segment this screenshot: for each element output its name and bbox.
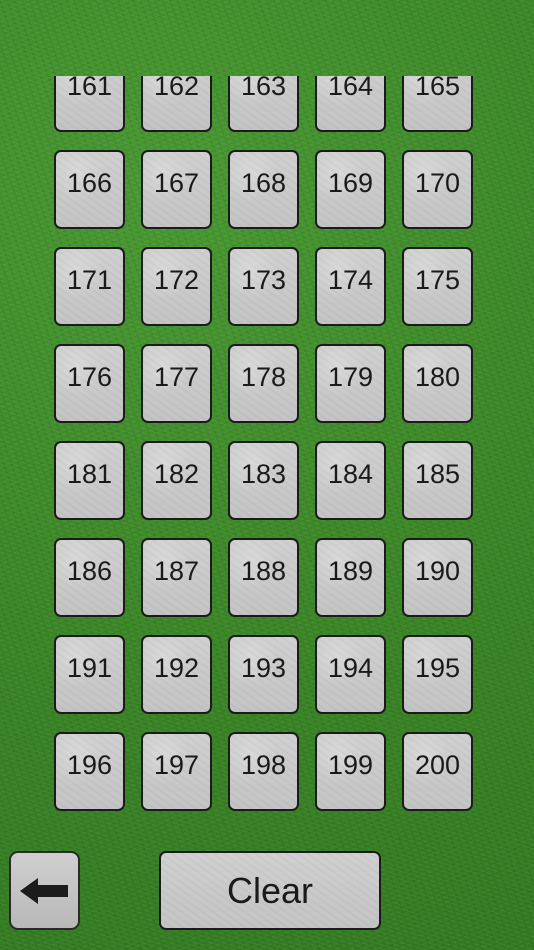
number-tile-199[interactable]: 199 bbox=[315, 732, 386, 811]
number-tile-166[interactable]: 166 bbox=[54, 150, 125, 229]
number-tile-187[interactable]: 187 bbox=[141, 538, 212, 617]
number-tile-200[interactable]: 200 bbox=[402, 732, 473, 811]
number-tile-196[interactable]: 196 bbox=[54, 732, 125, 811]
number-tile-177[interactable]: 177 bbox=[141, 344, 212, 423]
clear-button[interactable]: Clear bbox=[159, 851, 381, 930]
number-tile-178[interactable]: 178 bbox=[228, 344, 299, 423]
number-tile-161[interactable]: 161 bbox=[54, 76, 125, 132]
number-tile-186[interactable]: 186 bbox=[54, 538, 125, 617]
number-tile-190[interactable]: 190 bbox=[402, 538, 473, 617]
left-arrow-icon bbox=[18, 876, 72, 906]
number-tile-163[interactable]: 163 bbox=[228, 76, 299, 132]
number-tile-168[interactable]: 168 bbox=[228, 150, 299, 229]
number-tile-193[interactable]: 193 bbox=[228, 635, 299, 714]
number-tile-194[interactable]: 194 bbox=[315, 635, 386, 714]
number-tile-170[interactable]: 170 bbox=[402, 150, 473, 229]
number-tile-192[interactable]: 192 bbox=[141, 635, 212, 714]
number-tile-165[interactable]: 165 bbox=[402, 76, 473, 132]
number-tile-176[interactable]: 176 bbox=[54, 344, 125, 423]
number-tile-198[interactable]: 198 bbox=[228, 732, 299, 811]
number-tile-184[interactable]: 184 bbox=[315, 441, 386, 520]
number-tile-162[interactable]: 162 bbox=[141, 76, 212, 132]
number-tile-191[interactable]: 191 bbox=[54, 635, 125, 714]
number-tile-169[interactable]: 169 bbox=[315, 150, 386, 229]
number-tile-167[interactable]: 167 bbox=[141, 150, 212, 229]
number-tile-189[interactable]: 189 bbox=[315, 538, 386, 617]
number-grid-viewport: 161 162 163 164 165 166 167 168 169 170 171 172 173 1… bbox=[0, 76, 534, 816]
number-tile-185[interactable]: 185 bbox=[402, 441, 473, 520]
number-tile-182[interactable]: 182 bbox=[141, 441, 212, 520]
back-button[interactable] bbox=[9, 851, 80, 930]
number-tile-179[interactable]: 179 bbox=[315, 344, 386, 423]
number-tile-181[interactable]: 181 bbox=[54, 441, 125, 520]
number-tile-175[interactable]: 175 bbox=[402, 247, 473, 326]
number-tile-172[interactable]: 172 bbox=[141, 247, 212, 326]
number-tile-164[interactable]: 164 bbox=[315, 76, 386, 132]
number-tile-180[interactable]: 180 bbox=[402, 344, 473, 423]
number-tile-173[interactable]: 173 bbox=[228, 247, 299, 326]
number-grid: 161 162 163 164 165 166 167 168 169 170 171 172 173 1… bbox=[54, 76, 473, 811]
number-tile-171[interactable]: 171 bbox=[54, 247, 125, 326]
number-tile-183[interactable]: 183 bbox=[228, 441, 299, 520]
number-tile-197[interactable]: 197 bbox=[141, 732, 212, 811]
number-tile-188[interactable]: 188 bbox=[228, 538, 299, 617]
number-tile-174[interactable]: 174 bbox=[315, 247, 386, 326]
number-tile-195[interactable]: 195 bbox=[402, 635, 473, 714]
